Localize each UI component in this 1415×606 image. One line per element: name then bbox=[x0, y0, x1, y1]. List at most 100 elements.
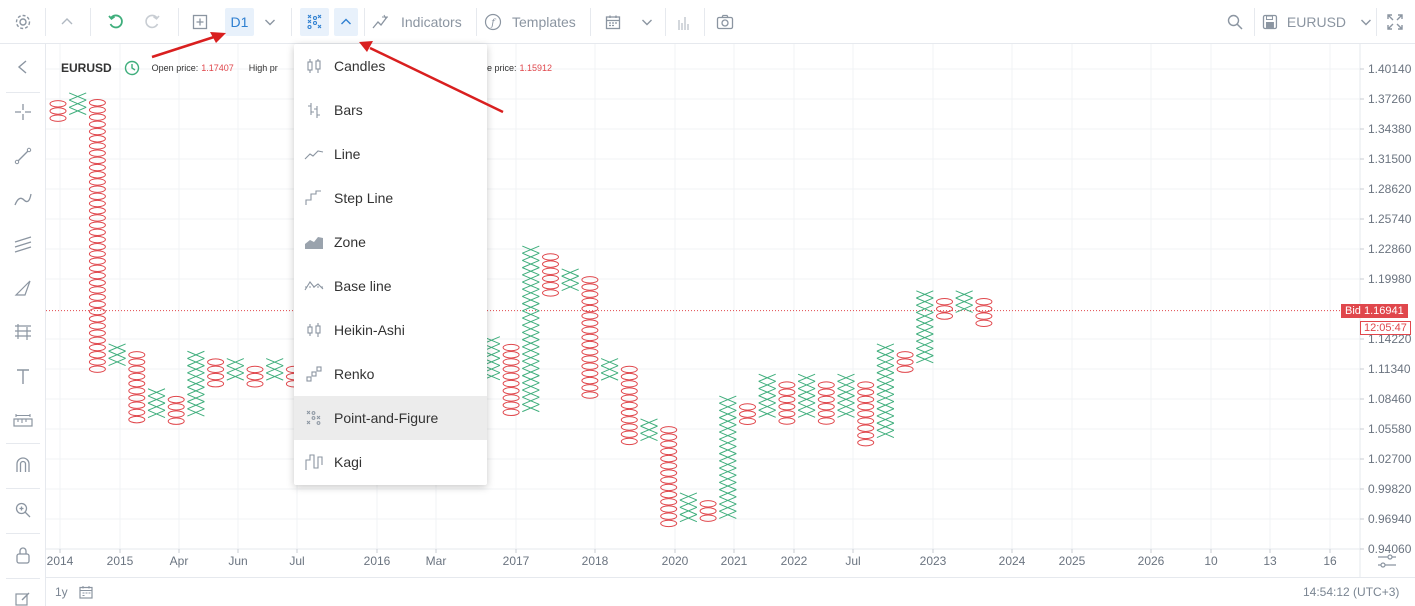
edit-pencil-icon[interactable] bbox=[8, 584, 38, 606]
point-and-figure-chart[interactable]: 1.40140 1.37260 1.34380 1.31500 1.28620 1.257… bbox=[46, 44, 1415, 577]
o-box bbox=[88, 228, 106, 237]
menu-item-base-line[interactable]: Base line bbox=[294, 264, 487, 308]
o-box bbox=[975, 319, 993, 328]
x-box bbox=[108, 343, 126, 352]
time-tick-label: 13 bbox=[1263, 554, 1277, 568]
symbol-selector[interactable]: EURUSD bbox=[1262, 8, 1372, 36]
templates-label: Templates bbox=[512, 14, 576, 30]
time-tick-label: 2020 bbox=[662, 554, 689, 568]
settings-gear-icon[interactable] bbox=[8, 8, 38, 36]
menu-item-renko[interactable]: Renko bbox=[294, 352, 487, 396]
menu-item-step-line[interactable]: Step Line bbox=[294, 176, 487, 220]
step-line-icon bbox=[294, 189, 334, 207]
x-box bbox=[797, 373, 816, 382]
menu-item-bars[interactable]: Bars bbox=[294, 88, 487, 132]
o-box bbox=[660, 519, 678, 528]
menu-item-heikin-ashi[interactable]: Heikin-Ashi bbox=[294, 308, 487, 352]
o-column bbox=[88, 99, 106, 373]
o-box bbox=[778, 410, 796, 418]
triangle-pattern-icon[interactable] bbox=[8, 273, 38, 303]
parallel-channel-icon[interactable] bbox=[8, 229, 38, 259]
crosshair-icon[interactable] bbox=[8, 97, 38, 127]
menu-item-kagi[interactable]: Kagi bbox=[294, 440, 487, 484]
o-box bbox=[975, 305, 993, 313]
timeframe-button[interactable]: D1 bbox=[225, 8, 254, 36]
clock-icon[interactable] bbox=[124, 60, 140, 76]
o-box bbox=[49, 107, 67, 115]
x-box bbox=[758, 373, 776, 382]
o-column bbox=[660, 426, 678, 528]
o-box bbox=[620, 430, 638, 438]
go-to-date-calendar-icon[interactable] bbox=[79, 585, 93, 599]
trend-line-icon[interactable] bbox=[8, 141, 38, 171]
x-box bbox=[955, 297, 973, 306]
add-chart-icon[interactable] bbox=[186, 8, 214, 36]
o-box bbox=[739, 403, 756, 411]
o-box bbox=[128, 387, 146, 395]
x-box bbox=[522, 367, 540, 377]
x-box bbox=[600, 358, 619, 367]
o-box bbox=[502, 387, 520, 395]
x-column bbox=[561, 268, 579, 292]
menu-item-zone[interactable]: Zone bbox=[294, 220, 487, 264]
time-tick-label: 2025 bbox=[1059, 554, 1086, 568]
templates-button[interactable]: f Templates bbox=[484, 8, 584, 36]
x-box bbox=[522, 346, 540, 355]
o-box bbox=[620, 394, 638, 402]
x-box bbox=[876, 401, 895, 410]
trading-app: D1 Indicators f Templates EURUSD 1.40140… bbox=[0, 0, 1415, 606]
menu-item-line[interactable]: Line bbox=[294, 132, 487, 176]
calendar-chevron-down-icon[interactable] bbox=[636, 8, 658, 36]
point-and-figure-chart-type-icon[interactable] bbox=[300, 8, 329, 36]
function-icon: f bbox=[484, 13, 502, 31]
o-box bbox=[857, 402, 875, 411]
x-box bbox=[679, 506, 698, 515]
calendar-icon[interactable] bbox=[600, 8, 626, 36]
o-box bbox=[936, 298, 953, 306]
volume-bars-icon[interactable] bbox=[672, 8, 696, 36]
price-tick-label: 1.40140 bbox=[1368, 62, 1412, 76]
o-box bbox=[857, 381, 875, 389]
x-column bbox=[147, 388, 166, 418]
o-box bbox=[660, 433, 678, 441]
time-tick-label: Apr bbox=[170, 554, 189, 568]
timeframe-chevron-down-icon[interactable] bbox=[259, 8, 281, 36]
x-box bbox=[876, 357, 895, 367]
x-box bbox=[797, 380, 816, 390]
fullscreen-icon[interactable] bbox=[1382, 8, 1408, 36]
undo-icon[interactable] bbox=[102, 8, 130, 36]
collapse-chevron-left-icon[interactable] bbox=[8, 52, 38, 82]
fibonacci-icon[interactable] bbox=[8, 317, 38, 347]
o-box bbox=[88, 163, 106, 172]
indicators-button[interactable]: Indicators bbox=[372, 8, 470, 36]
menu-item-label: Candles bbox=[334, 58, 386, 74]
x-box bbox=[187, 372, 205, 381]
magnet-icon[interactable] bbox=[8, 450, 38, 480]
menu-item-candles[interactable]: Candles bbox=[294, 44, 487, 88]
x-box bbox=[876, 386, 895, 395]
chevron-up-icon[interactable] bbox=[52, 8, 82, 36]
o-box bbox=[542, 253, 559, 261]
x-box bbox=[758, 409, 776, 418]
menu-item-point-and-figure[interactable]: Point-and-Figure bbox=[294, 396, 487, 440]
chart-type-chevron-up-icon[interactable] bbox=[334, 8, 358, 36]
text-tool-icon[interactable] bbox=[8, 361, 38, 391]
x-box bbox=[187, 357, 205, 367]
o-box bbox=[975, 298, 993, 306]
camera-screenshot-icon[interactable] bbox=[712, 8, 738, 36]
search-icon[interactable] bbox=[1222, 8, 1248, 36]
o-box bbox=[128, 401, 146, 409]
x-box bbox=[955, 304, 973, 313]
o-column bbox=[542, 253, 559, 297]
brush-icon[interactable] bbox=[8, 185, 38, 215]
zoom-in-icon[interactable] bbox=[8, 495, 38, 525]
o-box bbox=[88, 149, 106, 157]
x-column bbox=[522, 245, 540, 413]
redo-icon[interactable] bbox=[138, 8, 166, 36]
axis-settings-sliders-icon[interactable] bbox=[1377, 553, 1397, 569]
x-box bbox=[916, 290, 934, 299]
range-button[interactable]: 1y bbox=[55, 585, 68, 599]
x-box bbox=[266, 372, 284, 381]
lock-icon[interactable] bbox=[8, 540, 38, 570]
measure-ruler-icon[interactable] bbox=[8, 405, 38, 435]
